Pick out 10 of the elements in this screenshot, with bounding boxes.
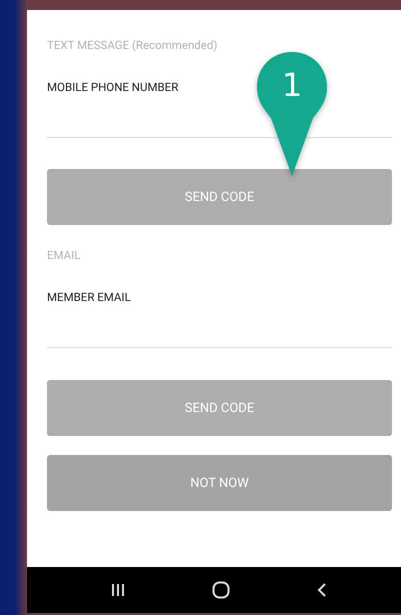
- not-now-button[interactable]: NOT NOW: [47, 455, 392, 511]
- recent-apps-icon[interactable]: [110, 583, 125, 597]
- home-icon[interactable]: [212, 581, 230, 599]
- back-icon[interactable]: [317, 582, 328, 598]
- section-title: EMAIL: [47, 248, 82, 262]
- section-title: TEXT MESSAGE (Recommended): [47, 38, 218, 52]
- callout-marker: 1: [257, 52, 327, 176]
- send-code-button[interactable]: SEND CODE: [47, 380, 392, 436]
- send-code-button[interactable]: SEND CODE: [47, 169, 392, 225]
- input-field[interactable]: MEMBER EMAIL: [47, 286, 392, 348]
